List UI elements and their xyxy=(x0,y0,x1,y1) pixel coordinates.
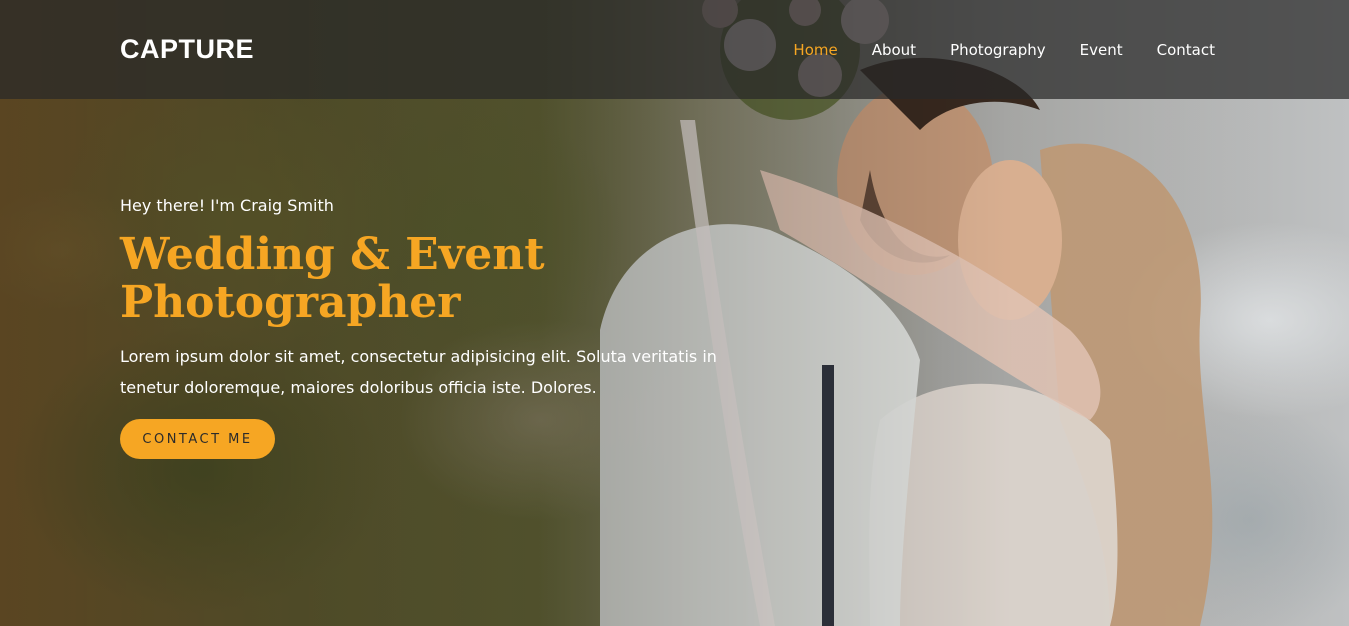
nav-link-event[interactable]: Event xyxy=(1080,41,1123,59)
nav-item-home: Home xyxy=(793,40,837,59)
nav-link-about[interactable]: About xyxy=(872,41,916,59)
hero-headline: Wedding & Event Photographer xyxy=(120,229,545,328)
contact-me-button[interactable]: CONTACT ME xyxy=(120,419,275,459)
nav-link-photography[interactable]: Photography xyxy=(950,41,1046,59)
nav-item-contact: Contact xyxy=(1157,40,1215,59)
nav-link-contact[interactable]: Contact xyxy=(1157,41,1215,59)
hero-content: Hey there! I'm Craig Smith Wedding & Eve… xyxy=(120,196,760,459)
nav-item-about: About xyxy=(872,40,916,59)
hero-section: CAPTURE Home About Photography Event Con… xyxy=(0,0,1349,626)
nav-item-photography: Photography xyxy=(950,40,1046,59)
hero-description: Lorem ipsum dolor sit amet, consectetur … xyxy=(120,347,717,397)
hero-intro: Hey there! I'm Craig Smith xyxy=(120,196,334,215)
nav-menu: Home About Photography Event Contact xyxy=(793,40,1215,59)
navbar: CAPTURE Home About Photography Event Con… xyxy=(0,0,1349,99)
nav-link-home[interactable]: Home xyxy=(793,41,837,59)
brand-logo[interactable]: CAPTURE xyxy=(120,34,254,65)
nav-item-event: Event xyxy=(1080,40,1123,59)
